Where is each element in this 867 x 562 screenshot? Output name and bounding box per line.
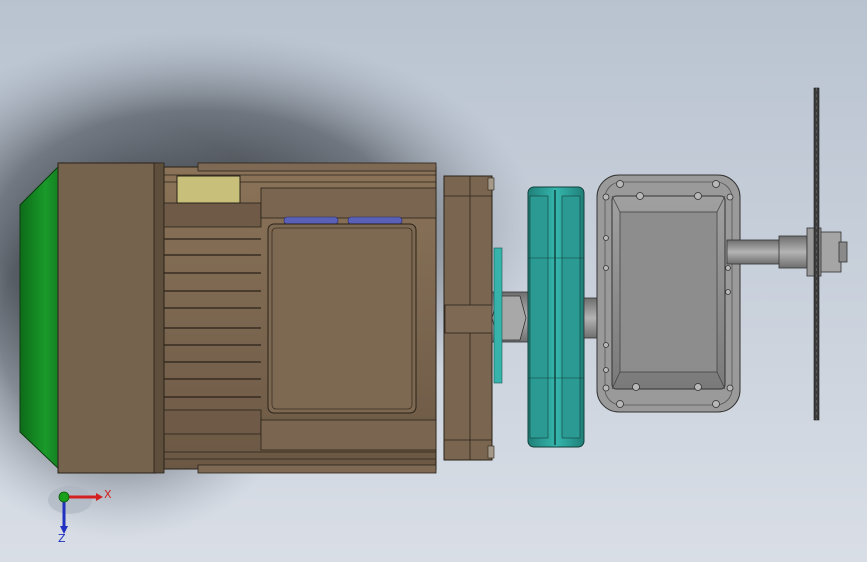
cad-viewport[interactable]: X Z (0, 0, 867, 562)
assembly-drawing (0, 30, 848, 540)
motor-flange[interactable] (443, 175, 495, 461)
double-v-pulley[interactable] (527, 186, 585, 448)
gearbox[interactable] (596, 174, 741, 413)
saw-blade[interactable] (813, 87, 820, 421)
motor-housing[interactable] (163, 162, 437, 474)
output-shaft (726, 227, 848, 277)
y-axis-dot (58, 491, 70, 503)
z-axis-label: Z (58, 532, 66, 545)
nameplate (176, 175, 241, 204)
x-axis-label: X (104, 488, 112, 501)
fan-cover[interactable] (19, 161, 165, 474)
